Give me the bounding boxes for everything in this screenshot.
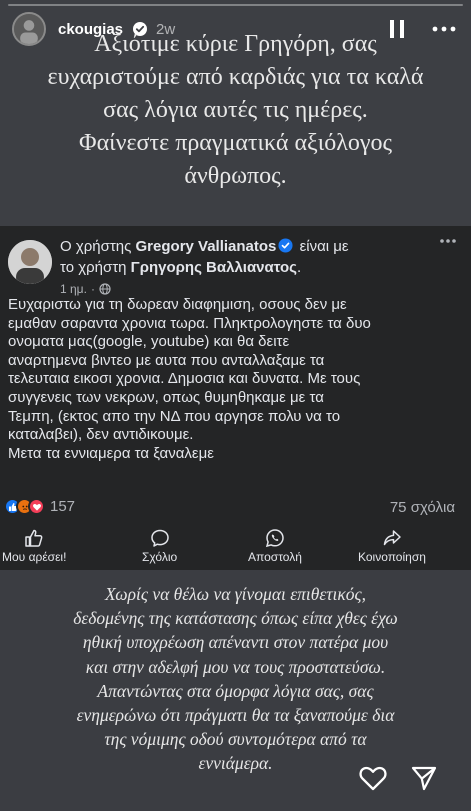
quote-line: Αξιότιμε κύριε Γρηγόρη, σας [94, 31, 377, 57]
like-icon [25, 529, 43, 547]
quote-line: Απαντώντας στα όμορφα λόγια σας, σας [97, 680, 374, 701]
comment-button[interactable]: Σχόλιο [142, 528, 177, 564]
quote-line: σας λόγια αυτές τις ημέρες. [103, 97, 368, 123]
reaction-count: 157 [50, 498, 76, 515]
share-label: Κοινοποίηση [358, 550, 426, 564]
post-line: Τεμπη, (εκτος απο την ΝΔ που αργησε πολυ… [8, 407, 341, 425]
share-button[interactable]: Κοινοποίηση [358, 528, 426, 564]
like-label: Μου αρέσει! [2, 550, 67, 564]
post-header: Ο χρήστης Gregory Vallianatos είναι με τ… [60, 236, 435, 278]
post-line: ονοματα μας(google, youtube) και θα δειτ… [8, 333, 290, 351]
story-progress-bar [8, 4, 463, 6]
reactions-summary[interactable]: 157 [4, 498, 75, 515]
story-top-quote: Αξιότιμε κύριε Γρηγόρη, σας ευχαριστούμε… [30, 28, 441, 193]
post-actions-bar: Μου αρέσει! Σχόλιο Αποστολή Κοινοποίηση [0, 528, 471, 568]
quote-line: ευχαριστούμε από καρδιάς για τα καλά [47, 64, 424, 90]
story-bottom-quote: Χωρίς να θέλω να γίνομαι επιθετικός, δεδ… [40, 582, 431, 776]
quote-line: Χωρίς να θέλω να γίνομαι επιθετικός, [104, 584, 367, 604]
quote-line: της νόμιμης οδού συντομότερα από τα [104, 729, 367, 750]
share-icon [383, 530, 401, 546]
quote-line: άνθρωπος. [184, 163, 287, 189]
send-label: Αποστολή [248, 550, 302, 564]
comment-icon [150, 529, 169, 547]
quote-line: δεδομένης της κατάστασης όπως είπα χθες … [73, 608, 398, 629]
send-whatsapp-button[interactable]: Αποστολή [248, 528, 302, 564]
quote-line: ηθική υποχρέωση απέναντι στον πατέρα μου [82, 632, 389, 653]
post-tagged-user[interactable]: Γρηγορης Βαλλιανατος [131, 259, 297, 276]
post-line: καταλαβει), δεν αντιδικουμε. [8, 426, 194, 444]
like-button[interactable]: Μου αρέσει! [2, 528, 66, 564]
quote-line: ενημερώνω ότι πράγματι θα τα ξαναπούμε δ… [76, 705, 395, 726]
meta-separator: · [90, 282, 95, 296]
post-line: Μετα τα εννιαμερα τα ξαναλεμε [8, 444, 214, 462]
post-line: αναρτημενα βιντεο με αυτα που ανταλλαξαμ… [8, 351, 325, 369]
post-body: Ευχαριστω για τη δωρεαν διαφημιση, οσους… [8, 296, 468, 463]
post-author-name[interactable]: Gregory Vallianatos [136, 238, 277, 255]
quote-line: Φαίνεστε πραγματικά αξιόλογος [79, 130, 392, 156]
post-more-icon[interactable] [439, 238, 457, 244]
globe-icon [99, 283, 111, 295]
quote-line: και στην αδελφή μου να τους προστατεύσω. [85, 656, 386, 677]
whatsapp-icon [265, 529, 284, 548]
post-meta: 1 ημ. · [60, 282, 111, 296]
post-author-avatar[interactable] [8, 240, 52, 284]
post-header-prefix: Ο χρήστης [60, 238, 136, 255]
post-line: Ευχαριστω για τη δωρεαν διαφημιση, οσους… [8, 296, 347, 313]
post-header-middle: είναι με [295, 238, 349, 255]
post-header-suffix: . [296, 259, 302, 276]
love-reaction-icon [28, 498, 45, 515]
post-line: συγγενεις των νεκρων, οπως θυμηθηκαμε με… [8, 388, 324, 406]
comment-label: Σχόλιο [142, 550, 178, 564]
post-header-line2: το χρήστη [60, 259, 131, 276]
post-line: τελευταια εικοσι χρονια. Δημοσια και δυν… [8, 370, 361, 388]
post-line: εμαθαν σαραντα χρονια τωρα. Πληκτρολογησ… [8, 314, 371, 332]
heart-icon[interactable] [358, 764, 388, 792]
verified-badge-icon [278, 238, 293, 253]
post-time[interactable]: 1 ημ. [60, 282, 87, 296]
facebook-post-card: Ο χρήστης Gregory Vallianatos είναι με τ… [0, 226, 471, 570]
send-icon[interactable] [410, 764, 438, 792]
comments-count[interactable]: 75 σχόλια [390, 499, 455, 516]
